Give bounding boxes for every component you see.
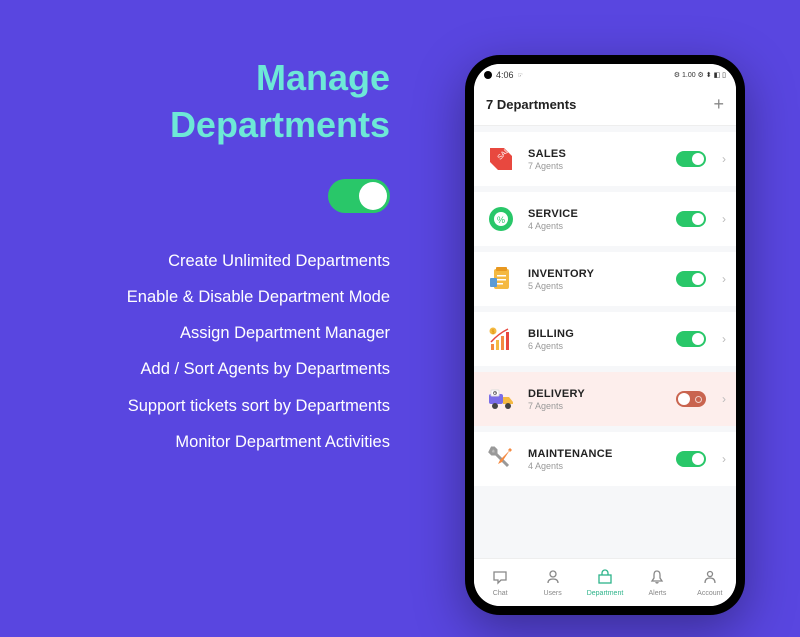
department-toggle[interactable]: [676, 211, 706, 227]
department-icon: $: [484, 322, 518, 356]
chevron-right-icon: ›: [722, 452, 726, 466]
nav-icon: [597, 569, 613, 588]
hero-toggle[interactable]: [328, 179, 390, 213]
department-agents: 4 Agents: [528, 461, 666, 471]
chevron-right-icon: ›: [722, 332, 726, 346]
department-row[interactable]: SALE SALES7 Agents ›: [474, 132, 736, 186]
chevron-right-icon: ›: [722, 212, 726, 226]
chevron-right-icon: ›: [722, 152, 726, 166]
department-name: BILLING: [528, 328, 666, 340]
department-info: SALES7 Agents: [528, 148, 666, 171]
nav-label: Account: [697, 590, 722, 597]
nav-label: Users: [543, 590, 561, 597]
status-bar: 4:06 ☞ ⚙ 1.00 ⚙ ⬍ ◧ ▯: [474, 64, 736, 86]
department-row[interactable]: DELIVERY7 Agents ›: [474, 372, 736, 426]
camera-dot-icon: [484, 71, 492, 79]
department-row[interactable]: % SERVICE4 Agents ›: [474, 192, 736, 246]
feature-item: Create Unlimited Departments: [0, 243, 390, 279]
nav-label: Alerts: [648, 590, 666, 597]
headline-line1: Manage: [0, 55, 390, 102]
department-agents: 7 Agents: [528, 161, 666, 171]
add-department-button[interactable]: +: [713, 94, 724, 115]
department-icon: [484, 442, 518, 476]
department-name: MAINTENANCE: [528, 448, 666, 460]
department-toggle[interactable]: [676, 391, 706, 407]
nav-label: Department: [587, 590, 624, 597]
page-title: 7 Departments: [486, 97, 576, 112]
status-ampm: ☞: [518, 72, 523, 79]
nav-item-department[interactable]: Department: [579, 559, 631, 606]
department-info: DELIVERY7 Agents: [528, 388, 666, 411]
department-icon: [484, 382, 518, 416]
svg-text:$: $: [492, 330, 495, 336]
app-header: 7 Departments +: [474, 86, 736, 126]
chevron-right-icon: ›: [722, 272, 726, 286]
nav-icon: [492, 569, 508, 588]
department-name: SALES: [528, 148, 666, 160]
nav-item-account[interactable]: Account: [684, 559, 736, 606]
department-list: SALESALES7 Agents›%SERVICE4 Agents›INVEN…: [474, 126, 736, 558]
phone-screen: 4:06 ☞ ⚙ 1.00 ⚙ ⬍ ◧ ▯ 7 Departments + SA…: [474, 64, 736, 606]
department-toggle[interactable]: [676, 451, 706, 467]
phone-frame: 4:06 ☞ ⚙ 1.00 ⚙ ⬍ ◧ ▯ 7 Departments + SA…: [465, 55, 745, 615]
department-icon: [484, 262, 518, 296]
feature-item: Monitor Department Activities: [0, 424, 390, 460]
nav-label: Chat: [493, 590, 508, 597]
department-row[interactable]: MAINTENANCE4 Agents ›: [474, 432, 736, 486]
headline-line2: Departments: [0, 102, 390, 149]
department-row[interactable]: $ BILLING6 Agents ›: [474, 312, 736, 366]
feature-item: Enable & Disable Department Mode: [0, 279, 390, 315]
feature-item: Support tickets sort by Departments: [0, 388, 390, 424]
department-info: SERVICE4 Agents: [528, 208, 666, 231]
feature-list: Create Unlimited Departments Enable & Di…: [0, 243, 390, 461]
department-row[interactable]: INVENTORY5 Agents ›: [474, 252, 736, 306]
status-indicators: ⚙ 1.00 ⚙ ⬍ ◧ ▯: [674, 71, 726, 79]
feature-item: Assign Department Manager: [0, 315, 390, 351]
nav-icon: [702, 569, 718, 588]
department-toggle[interactable]: [676, 331, 706, 347]
nav-item-chat[interactable]: Chat: [474, 559, 526, 606]
department-agents: 4 Agents: [528, 221, 666, 231]
department-info: INVENTORY5 Agents: [528, 268, 666, 291]
nav-icon: [649, 569, 665, 588]
department-info: BILLING6 Agents: [528, 328, 666, 351]
nav-item-alerts[interactable]: Alerts: [631, 559, 683, 606]
department-agents: 6 Agents: [528, 341, 666, 351]
svg-text:%: %: [497, 215, 505, 225]
chevron-right-icon: ›: [722, 392, 726, 406]
department-agents: 5 Agents: [528, 281, 666, 291]
nav-item-users[interactable]: Users: [526, 559, 578, 606]
department-toggle[interactable]: [676, 151, 706, 167]
feature-item: Add / Sort Agents by Departments: [0, 351, 390, 387]
department-toggle[interactable]: [676, 271, 706, 287]
department-icon: SALE: [484, 142, 518, 176]
bottom-nav: Chat Users Department Alerts Account: [474, 558, 736, 606]
nav-icon: [545, 569, 561, 588]
department-name: INVENTORY: [528, 268, 666, 280]
department-name: DELIVERY: [528, 388, 666, 400]
department-icon: %: [484, 202, 518, 236]
department-name: SERVICE: [528, 208, 666, 220]
page-headline: Manage Departments: [0, 55, 390, 149]
department-info: MAINTENANCE4 Agents: [528, 448, 666, 471]
department-agents: 7 Agents: [528, 401, 666, 411]
status-time: 4:06: [496, 70, 514, 80]
